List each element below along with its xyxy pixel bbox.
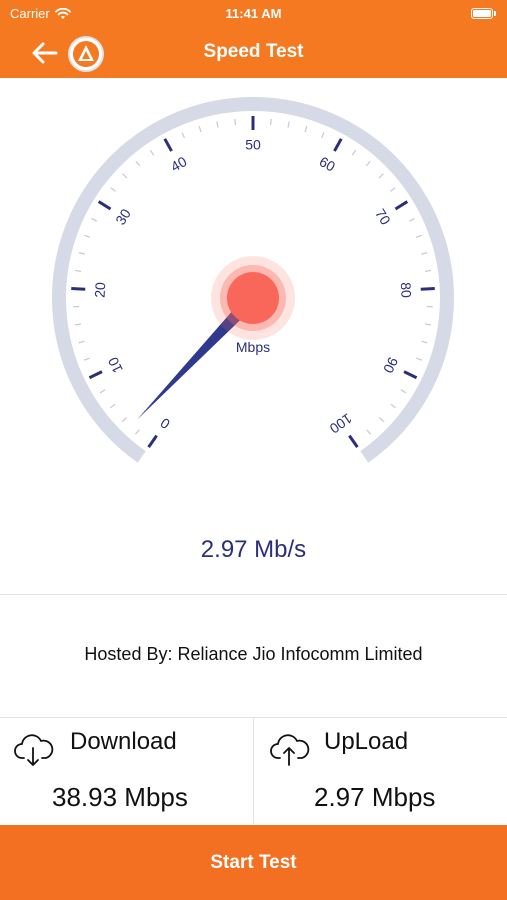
gauge-major-tick [71, 286, 86, 291]
speed-readout: 2.97 Mb/s [200, 536, 307, 563]
gauge-minor-tick [366, 429, 372, 435]
cloud-download-icon [14, 734, 54, 766]
download-label: Download [70, 728, 177, 755]
nav-bar: Speed Test [0, 28, 507, 78]
gauge-minor-tick [91, 217, 98, 222]
gauge-minor-tick [75, 269, 82, 272]
gauge-major-tick [163, 138, 173, 152]
gauge-minor-tick [351, 149, 357, 156]
gauge-minor-tick [421, 340, 428, 344]
gauge-minor-tick [149, 149, 155, 156]
gauge-tick-label: 50 [245, 137, 261, 153]
download-value: 38.93 Mbps [52, 782, 188, 812]
hosted-by-label: Hosted By: Reliance Jio Infocomm Limited [84, 644, 423, 664]
gauge-minor-tick [122, 173, 128, 179]
gauge-minor-tick [304, 126, 308, 133]
gauge-minor-tick [84, 234, 91, 238]
gauge-minor-tick [378, 173, 384, 179]
gauge-tick-label: 70 [372, 206, 394, 228]
gauge-minor-tick [135, 160, 141, 167]
gauge-hub [227, 272, 279, 324]
gauge-tick-label: 40 [168, 153, 190, 175]
gauge-minor-tick [78, 252, 85, 255]
upload-value: 2.97 Mbps [314, 782, 436, 812]
gauge-minor-tick [134, 429, 140, 435]
gauge-minor-tick [424, 269, 431, 272]
gauge-minor-tick [416, 357, 423, 361]
gauge-major-tick [394, 200, 409, 211]
gauge-major-tick [97, 200, 112, 211]
gauge-dial: 0 10 20 30 40 50 60 70 80 90 100 Mbps [52, 97, 454, 463]
gauge-minor-tick [181, 132, 186, 139]
gauge-major-tick [88, 370, 103, 380]
gauge-minor-tick [379, 417, 385, 423]
gauge-major-tick [403, 370, 418, 380]
divider [0, 594, 507, 595]
gauge-minor-tick [121, 417, 127, 423]
gauge-minor-tick [78, 340, 85, 344]
gauge-tick-label: 10 [105, 355, 126, 376]
gauge-minor-tick [390, 403, 396, 409]
gauge-minor-tick [216, 121, 219, 128]
gauge-tick-label: 20 [92, 282, 109, 299]
results-panel: Download 38.93 Mbps UpLoad 2.97 Mbps [0, 718, 507, 824]
gauge-minor-tick [83, 357, 90, 361]
gauge-unit-label: Mbps [236, 339, 270, 355]
page-title: Speed Test [203, 41, 304, 62]
gauge-tick-label: 0 [157, 415, 173, 433]
gauge-minor-tick [400, 389, 407, 394]
gauge-minor-tick [390, 187, 396, 192]
start-test-label: Start Test [210, 851, 297, 873]
gauge-major-tick [348, 434, 359, 448]
download-stat: Download 38.93 Mbps [0, 718, 253, 824]
gauge-minor-tick [408, 217, 415, 222]
gauge-minor-tick [415, 234, 422, 238]
gauge-minor-tick [421, 252, 428, 255]
gauge-minor-tick [320, 132, 325, 139]
gauge-major-tick [333, 138, 343, 152]
gauge-minor-tick [198, 126, 202, 133]
gauge-minor-tick [287, 121, 290, 128]
status-bar: Carrier 11:41 AM [0, 0, 507, 28]
upload-label: UpLoad [324, 728, 409, 755]
gauge-minor-tick [110, 403, 116, 409]
gauge-major-tick [420, 286, 435, 291]
gauge-major-tick [147, 434, 158, 448]
gauge-minor-tick [234, 118, 237, 125]
gauge-tick-label: 60 [317, 153, 339, 175]
gauge-minor-tick [110, 187, 116, 192]
cloud-upload-icon [270, 734, 310, 766]
upload-stat: UpLoad 2.97 Mbps [254, 718, 507, 824]
speedometer-gauge: 0 10 20 30 40 50 60 70 80 90 100 Mbps 2.97 Mb/s [0, 78, 507, 593]
gauge-tick-label: 30 [112, 206, 134, 228]
gauge-minor-tick [269, 118, 272, 125]
gauge-minor-tick [365, 160, 371, 167]
gauge-tick-label: 100 [327, 410, 355, 437]
gauge-tick-label: 80 [398, 282, 415, 299]
status-time: 11:41 AM [225, 6, 282, 21]
gauge-minor-tick [424, 323, 432, 326]
gauge-minor-tick [99, 389, 106, 394]
start-test-button[interactable]: Start Test [0, 825, 507, 900]
gauge-tick-label: 90 [380, 355, 401, 376]
battery-icon [471, 8, 496, 19]
gauge-minor-tick [74, 323, 82, 326]
